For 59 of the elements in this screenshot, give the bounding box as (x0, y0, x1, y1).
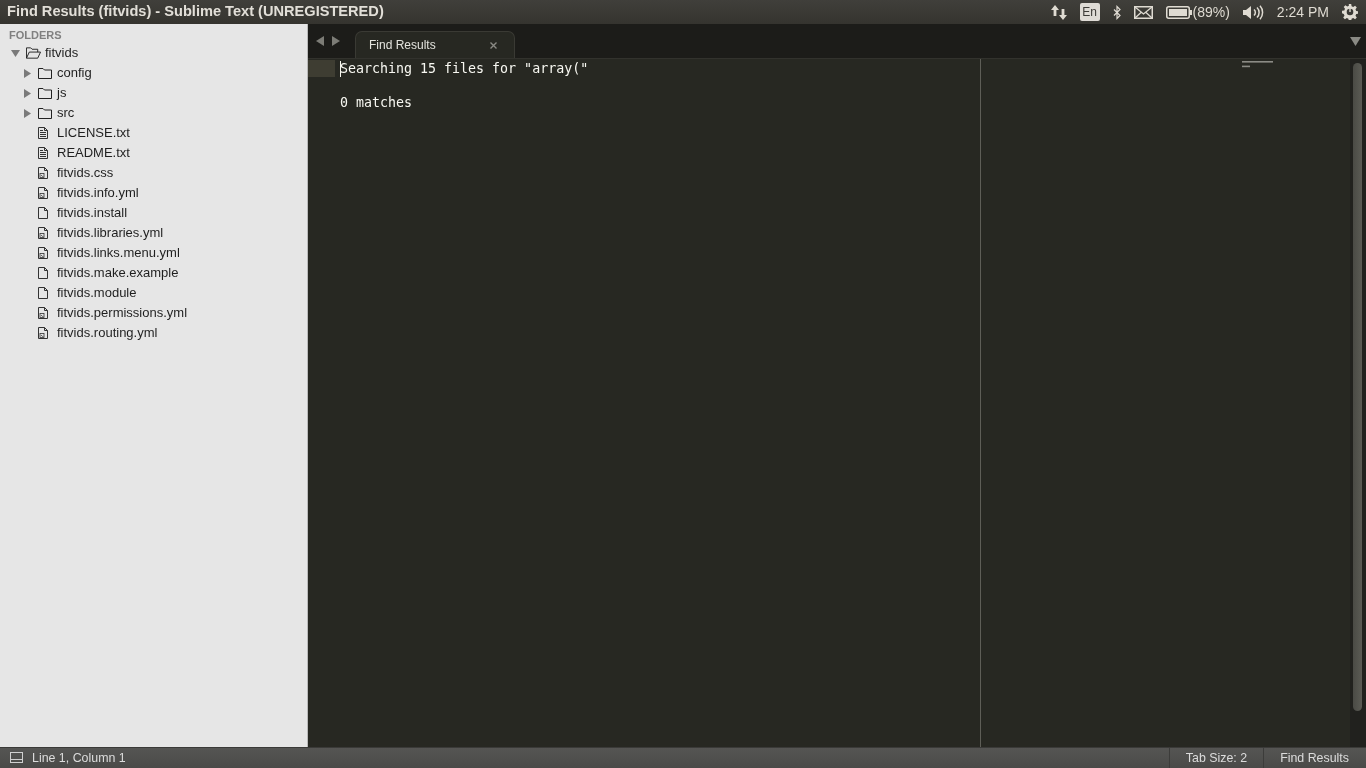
disclosure-triangle-icon[interactable] (10, 49, 20, 57)
lined-document-icon (38, 147, 48, 159)
disclosure-triangle-icon[interactable] (23, 108, 31, 118)
battery-icon[interactable] (1165, 5, 1192, 19)
file-name[interactable]: fitvids.install (57, 203, 128, 223)
clock[interactable]: 2:24 PM (1276, 1, 1329, 23)
file-name[interactable]: fitvids.css (57, 163, 114, 183)
panel-toggle-icon[interactable] (10, 752, 23, 764)
folder-icon (38, 67, 52, 79)
file-name[interactable]: fitvids.info.yml (57, 183, 139, 203)
document-icon (38, 207, 48, 219)
lined-document-icon (38, 127, 48, 139)
document-icon (38, 267, 48, 279)
syntax-selector[interactable]: Find Results (1280, 748, 1349, 768)
tab-size-selector[interactable]: Tab Size: 2 (1185, 748, 1248, 768)
open-folder-icon (26, 47, 41, 59)
down-arrow-icon[interactable] (1350, 36, 1361, 46)
dotted-document-icon (38, 247, 48, 259)
dotted-document-icon (38, 307, 48, 319)
file-name[interactable]: fitvids.permissions.yml (57, 303, 188, 323)
minimap[interactable] (1242, 61, 1274, 68)
folder-name[interactable]: js (57, 83, 67, 103)
network-arrows-icon[interactable] (1050, 4, 1067, 20)
sidebar-header: FOLDERS (9, 29, 62, 41)
file-name[interactable]: fitvids.routing.yml (57, 323, 158, 343)
left-arrow-icon[interactable] (316, 36, 324, 46)
dotted-document-icon (38, 227, 48, 239)
dotted-document-icon (38, 167, 48, 179)
bluetooth-icon[interactable] (1112, 4, 1121, 20)
speaker-icon[interactable] (1242, 4, 1264, 20)
folder-icon (38, 107, 52, 119)
editor-line: Searching 15 files for "array(" (340, 60, 589, 77)
scrollbar-thumb[interactable] (1353, 63, 1362, 711)
disclosure-triangle-icon[interactable] (23, 68, 31, 78)
folder-icon (38, 87, 52, 99)
cursor-position: Line 1, Column 1 (32, 749, 126, 767)
dotted-document-icon (38, 187, 48, 199)
folder-name[interactable]: fitvids (45, 43, 79, 63)
file-name[interactable]: fitvids.links.menu.yml (57, 243, 180, 263)
gear-icon[interactable] (1342, 4, 1358, 20)
envelope-icon[interactable] (1133, 5, 1153, 19)
folder-name[interactable]: src (57, 103, 75, 123)
editor-tab[interactable]: Find Results (355, 31, 515, 58)
file-name[interactable]: LICENSE.txt (57, 123, 130, 143)
close-icon[interactable] (490, 41, 497, 49)
dotted-document-icon (38, 327, 48, 339)
file-name[interactable]: fitvids.make.example (57, 263, 179, 283)
right-arrow-icon[interactable] (332, 36, 340, 46)
disclosure-triangle-icon[interactable] (23, 88, 31, 98)
editor-line: 0 matches (340, 94, 413, 111)
folder-name[interactable]: config (57, 63, 92, 83)
keyboard-layout-indicator[interactable]: En (1079, 3, 1100, 21)
battery-percentage[interactable]: (89%) (1192, 1, 1230, 23)
file-name[interactable]: README.txt (57, 143, 130, 163)
file-name[interactable]: fitvids.module (57, 283, 137, 303)
file-name[interactable]: fitvids.libraries.yml (57, 223, 164, 243)
window-title: Find Results (fitvids) - Sublime Text (UNREGISTERED) (7, 2, 384, 22)
document-icon (38, 287, 48, 299)
scrollbar-track[interactable] (1350, 59, 1366, 747)
